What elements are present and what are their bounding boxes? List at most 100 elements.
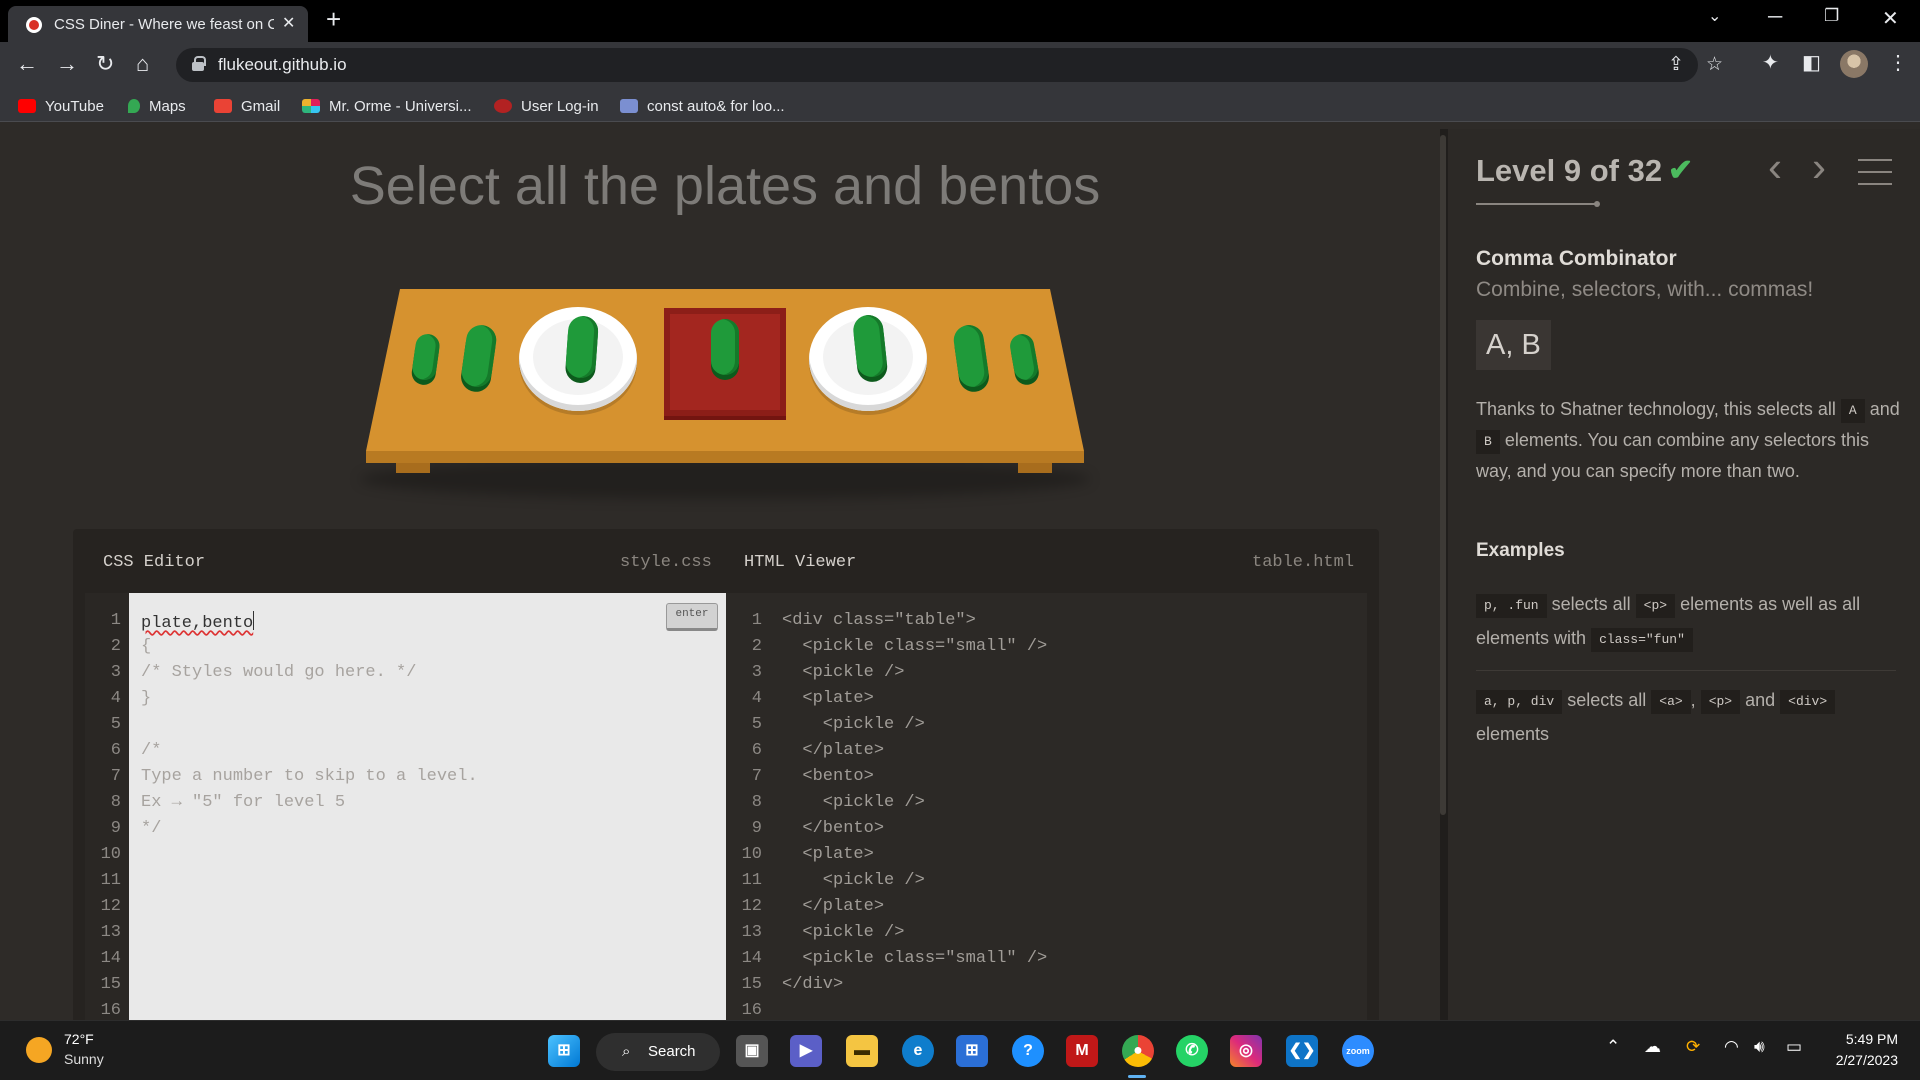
bookmark-user-login[interactable]: User Log-in <box>494 96 599 116</box>
pickle-in-bento[interactable] <box>711 319 739 375</box>
html-line-bento[interactable]: <bento> <box>782 767 873 786</box>
html-line-plate[interactable]: <plate> <box>782 845 873 864</box>
edge-icon[interactable]: e <box>902 1035 934 1067</box>
back-icon[interactable]: ← <box>16 51 38 77</box>
html-line-plate[interactable]: <plate> <box>782 689 873 708</box>
html-line-pickle[interactable]: <pickle /> <box>782 871 925 890</box>
tab-search-chevron-icon[interactable]: ⌄ <box>1708 6 1721 26</box>
taskbar-time[interactable]: 5:49 PM <box>1830 1031 1898 1047</box>
start-windows-icon[interactable]: ⊞ <box>548 1035 580 1067</box>
restore-icon[interactable]: ❐ <box>1824 6 1839 26</box>
share-icon[interactable]: ⇪ <box>1668 53 1684 76</box>
selector-syntax: A, B <box>1476 320 1551 370</box>
css-input-text: plate,bento <box>141 614 254 633</box>
scrollbar[interactable] <box>1440 135 1446 815</box>
bookmark-label: Gmail <box>241 97 281 115</box>
kebab-menu-icon[interactable]: ⋮ <box>1888 50 1908 75</box>
weather-condition[interactable]: Sunny <box>64 1051 104 1067</box>
taskbar-date[interactable]: 2/27/2023 <box>1818 1052 1898 1068</box>
lock-icon[interactable] <box>192 56 206 71</box>
wifi-icon[interactable]: ◠ <box>1724 1037 1739 1057</box>
reload-icon[interactable]: ↻ <box>96 51 114 77</box>
onedrive-cloud-icon[interactable]: ☁ <box>1644 1037 1661 1057</box>
line-number: 9 <box>110 819 121 838</box>
html-line-pickle-small[interactable]: <pickle class="small" /> <box>782 637 1047 656</box>
line-number: 16 <box>100 1001 121 1020</box>
bookmark-mr-orme[interactable]: Mr. Orme - Universi... <box>302 96 472 116</box>
html-line-table-close[interactable]: </div> <box>782 975 843 994</box>
line-number: 10 <box>741 845 762 864</box>
next-level-icon[interactable]: › <box>1812 143 1826 191</box>
taskbar-search[interactable]: ⌕ Search <box>596 1033 720 1071</box>
task-view-icon[interactable]: ▣ <box>736 1035 768 1067</box>
line-number: 15 <box>100 975 121 994</box>
bookmark-youtube[interactable]: YouTube <box>18 96 104 116</box>
code-line: /* Styles would go here. */ <box>141 663 417 682</box>
level-menu-icon[interactable] <box>1858 159 1892 185</box>
instagram-icon[interactable]: ◎ <box>1230 1035 1262 1067</box>
code-tag: a, p, div <box>1476 690 1563 714</box>
line-number: 6 <box>751 741 762 760</box>
chrome-icon[interactable]: ● <box>1122 1035 1154 1067</box>
code-tag: A <box>1840 399 1865 423</box>
minimize-icon[interactable]: ─ <box>1768 6 1782 29</box>
html-line-bento-close[interactable]: </bento> <box>782 819 884 838</box>
microsoft-store-icon[interactable]: ⊞ <box>956 1035 988 1067</box>
forward-icon[interactable]: → <box>56 51 78 77</box>
browser-toolbar: ← → ↻ ⌂ flukeout.github.io ⇪ ☆ ✦ ◧ ⋮ <box>0 42 1920 88</box>
user-login-icon <box>494 99 512 113</box>
vscode-icon[interactable]: ❮❯ <box>1286 1035 1318 1067</box>
html-line-pickle[interactable]: <pickle /> <box>782 923 904 942</box>
zoom-icon[interactable]: zoom <box>1342 1035 1374 1067</box>
show-hidden-icons-chevron-icon[interactable]: ⌃ <box>1606 1037 1620 1057</box>
new-tab-button[interactable]: + <box>326 4 341 35</box>
battery-icon[interactable]: ▭ <box>1786 1037 1802 1057</box>
volume-icon[interactable]: 🔊︎ <box>1754 1037 1765 1057</box>
line-number: 3 <box>110 663 121 682</box>
html-line-table[interactable]: <div class="table"> <box>782 611 976 630</box>
bookmark-label: User Log-in <box>521 97 599 115</box>
window-close-icon[interactable]: ✕ <box>1882 6 1899 31</box>
html-line-pickle[interactable]: <pickle /> <box>782 663 904 682</box>
line-number: 16 <box>741 1001 762 1020</box>
css-selector-input[interactable]: plate,bento <box>141 611 255 633</box>
browser-tab[interactable]: CSS Diner - Where we feast on C ✕ <box>8 6 308 42</box>
bookmark-maps[interactable]: Maps <box>128 96 186 116</box>
bookmark-star-icon[interactable]: ☆ <box>1706 53 1723 76</box>
html-line-plate-close[interactable]: </plate> <box>782 741 884 760</box>
get-help-icon[interactable]: ? <box>1012 1035 1044 1067</box>
enter-button[interactable]: enter <box>666 603 718 631</box>
profile-avatar[interactable] <box>1840 50 1868 78</box>
code-tag: <div> <box>1780 690 1836 714</box>
whatsapp-icon[interactable]: ✆ <box>1176 1035 1208 1067</box>
slack-icon <box>302 99 320 113</box>
pickle-on-plate[interactable] <box>564 315 600 379</box>
css-editor[interactable]: 1 2 3 4 5 6 7 8 9 10 11 12 13 14 15 16 p… <box>85 593 726 1029</box>
previous-level-icon[interactable]: ‹ <box>1768 143 1782 191</box>
mcafee-icon[interactable]: M <box>1066 1035 1098 1067</box>
url-text[interactable]: flukeout.github.io <box>218 55 347 75</box>
side-panel-icon[interactable]: ◧ <box>1802 50 1821 75</box>
example-1: p, .fun selects all <p> elements as well… <box>1476 587 1896 655</box>
html-line-pickle[interactable]: <pickle /> <box>782 715 925 734</box>
examples-heading: Examples <box>1476 540 1565 561</box>
html-line-pickle[interactable]: <pickle /> <box>782 793 925 812</box>
address-bar[interactable]: flukeout.github.io ⇪ ☆ <box>176 48 1723 82</box>
home-icon[interactable]: ⌂ <box>136 51 149 77</box>
css-editor-title: CSS Editor <box>103 553 206 572</box>
line-number: 11 <box>100 871 121 890</box>
weather-sun-icon[interactable] <box>26 1037 52 1063</box>
weather-temperature[interactable]: 72°F <box>64 1031 94 1047</box>
level-sidebar: Level 9 of 32 ✔ ‹ › Comma Combinator Com… <box>1448 129 1920 1020</box>
line-number: 7 <box>751 767 762 786</box>
teams-chat-icon[interactable]: ▶ <box>790 1035 822 1067</box>
html-line-pickle-small[interactable]: <pickle class="small" /> <box>782 949 1047 968</box>
tab-close-icon[interactable]: ✕ <box>282 13 295 33</box>
sync-icon[interactable]: ⟳ <box>1686 1037 1700 1057</box>
bookmark-gmail[interactable]: Gmail <box>214 96 280 116</box>
file-explorer-icon[interactable]: ▬ <box>846 1035 878 1067</box>
bookmark-const-auto[interactable]: const auto& for loo... <box>620 96 785 116</box>
html-line-plate-close[interactable]: </plate> <box>782 897 884 916</box>
extensions-puzzle-icon[interactable]: ✦ <box>1762 50 1779 75</box>
line-number: 10 <box>100 845 121 864</box>
